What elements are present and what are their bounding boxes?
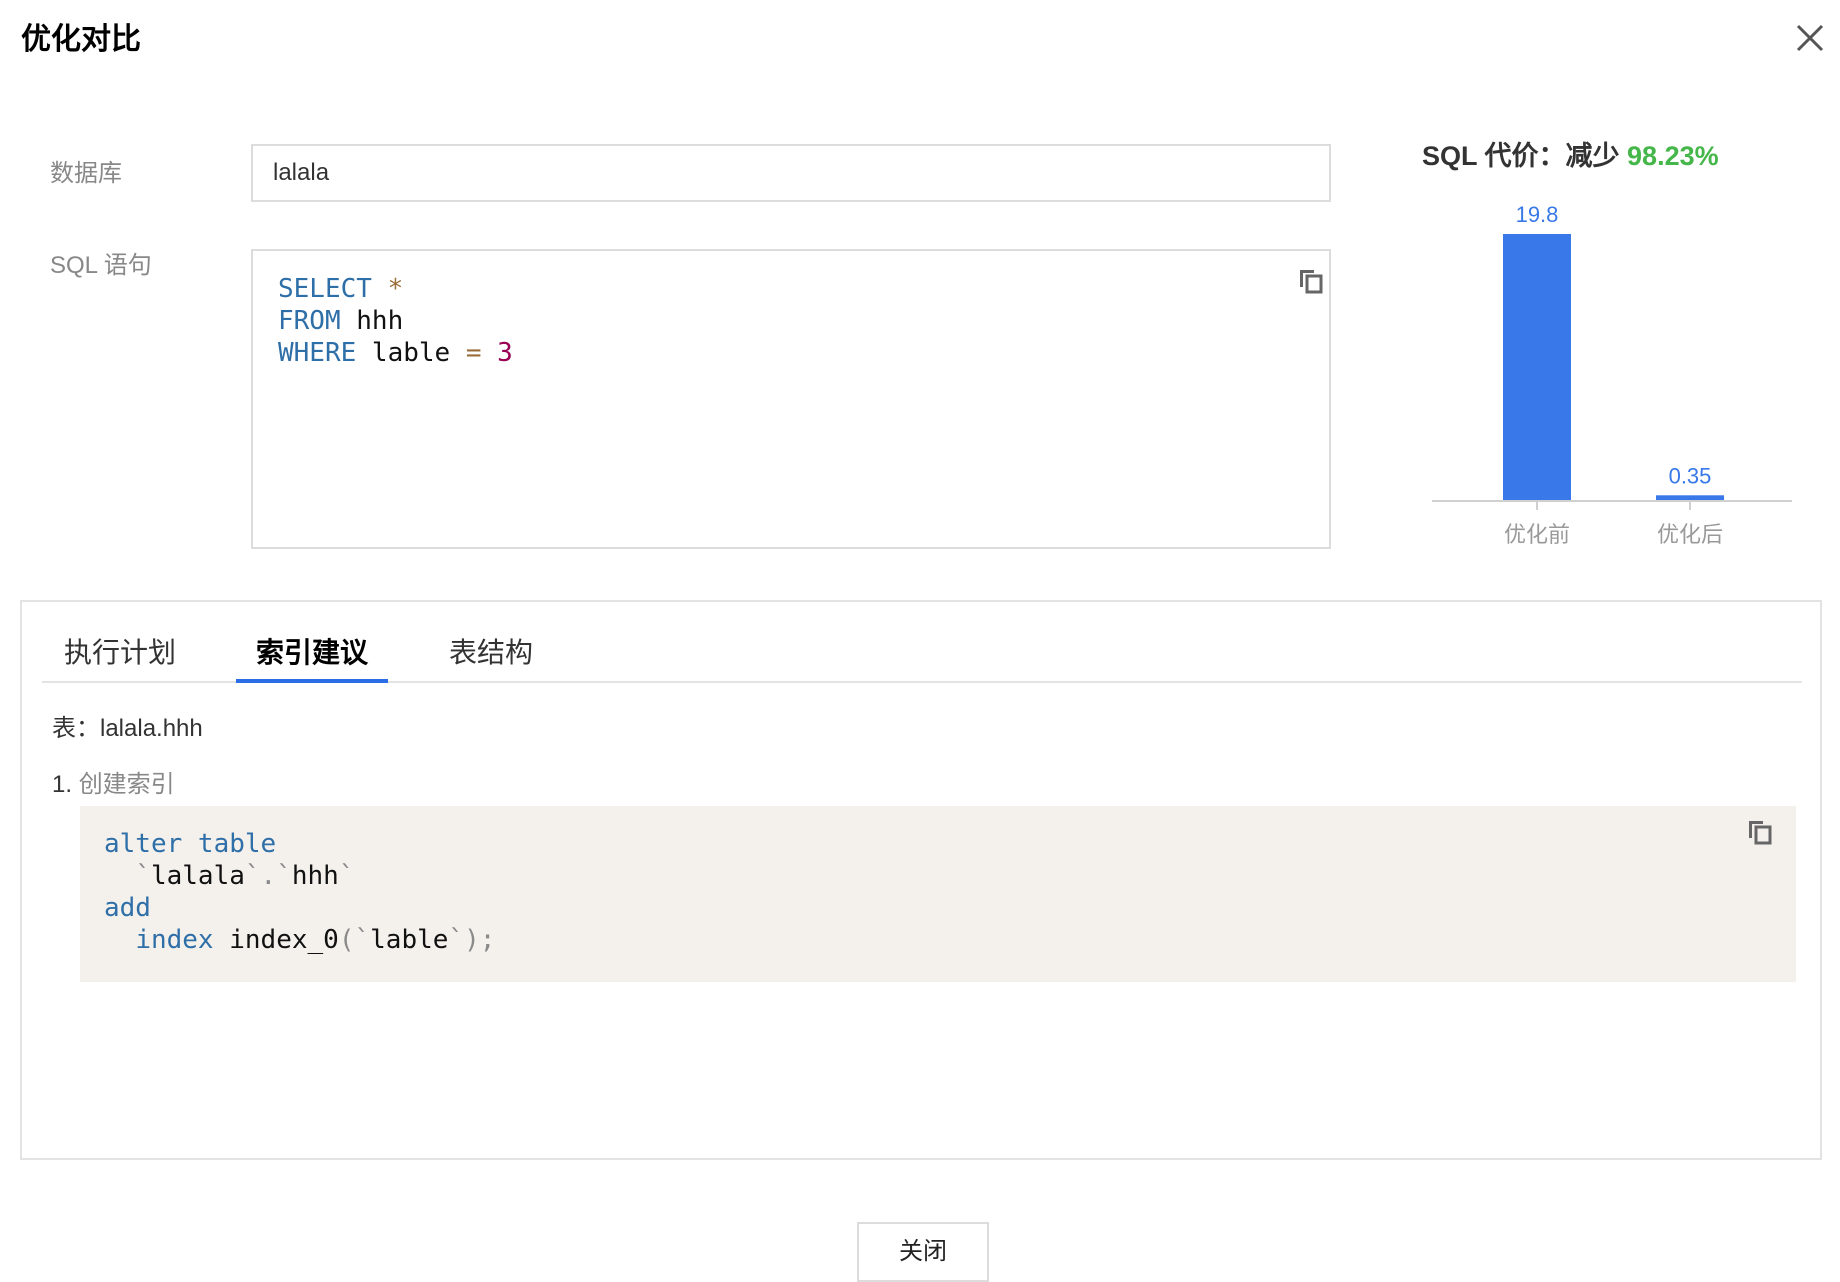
code-token: index — [135, 925, 214, 955]
sql-editor[interactable]: SELECT * FROM hhh WHERE lable = 3 — [251, 249, 1331, 549]
code-token: ` — [338, 861, 355, 891]
code-token: (` — [338, 925, 371, 955]
code-token: `); — [448, 925, 496, 955]
copy-icon[interactable] — [1746, 818, 1774, 846]
cost-reduction-percent: 98.23% — [1627, 141, 1719, 171]
code-token: = — [465, 338, 482, 368]
suggestion-item-number: 1. — [52, 771, 73, 798]
code-token: lable — [356, 338, 466, 368]
bar-1 — [1656, 495, 1724, 500]
copy-icon[interactable] — [1297, 267, 1325, 295]
code-token: * — [387, 274, 404, 304]
tab-index-suggestion[interactable]: 索引建议 — [256, 633, 368, 673]
tab-table-structure[interactable]: 表结构 — [449, 633, 533, 673]
table-prefix: 表： — [52, 715, 100, 742]
code-token: index_0 — [213, 925, 339, 955]
code-token: alter table — [104, 829, 277, 859]
bar-value-label: 19.8 — [1516, 202, 1559, 227]
database-label: 数据库 — [50, 160, 122, 187]
tab-execution-plan[interactable]: 执行计划 — [64, 633, 176, 673]
code-token: WHERE — [278, 338, 357, 368]
x-tick-label: 优化前 — [1504, 522, 1570, 546]
active-tab-indicator — [236, 679, 388, 683]
table-name: lalala.hhh — [100, 715, 203, 742]
x-tick-label: 优化后 — [1657, 522, 1723, 546]
code-token: ` — [135, 861, 151, 891]
bar-value-label: 0.35 — [1669, 463, 1712, 488]
bar-0 — [1503, 234, 1571, 500]
code-token: add — [104, 893, 151, 923]
code-token: hhh — [291, 861, 339, 891]
database-field[interactable]: lalala — [251, 144, 1331, 202]
tabs-panel: 执行计划 索引建议 表结构 表：lalala.hhh 1. 创建索引 alter… — [20, 600, 1822, 1160]
code-token: hhh — [340, 306, 404, 336]
code-token: SELECT — [278, 274, 372, 304]
sql-label: SQL 语句 — [50, 252, 152, 279]
suggestion-item-heading: 1. 创建索引 — [52, 768, 175, 802]
cost-title: SQL 代价：减少 98.23% — [1422, 136, 1719, 176]
code-token: 3 — [497, 338, 513, 368]
suggestion-item-label: 创建索引 — [78, 771, 175, 798]
code-token: lalala — [150, 861, 245, 891]
dialog-title: 优化对比 — [21, 23, 141, 56]
index-sql-code: alter table `lalala`.`hhh` add index ind… — [104, 828, 495, 956]
cost-chart: 19.8 优化前 0.35 优化后 — [1432, 202, 1792, 546]
code-token: lable — [370, 925, 449, 955]
sql-code: SELECT * FROM hhh WHERE lable = 3 — [278, 273, 513, 369]
cost-title-prefix: SQL 代价：减少 — [1422, 141, 1628, 171]
code-token: FROM — [278, 306, 341, 336]
table-name-line: 表：lalala.hhh — [52, 712, 203, 746]
index-sql-block[interactable]: alter table `lalala`.`hhh` add index ind… — [80, 806, 1796, 982]
code-token: `.` — [244, 861, 292, 891]
close-icon[interactable] — [1794, 22, 1826, 54]
close-button[interactable]: 关闭 — [857, 1222, 989, 1282]
